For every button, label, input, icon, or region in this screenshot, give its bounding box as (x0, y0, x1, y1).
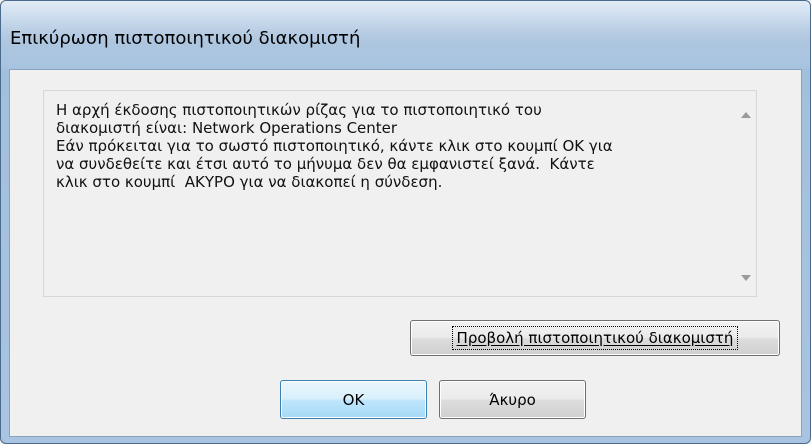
window-title: Επικύρωση πιστοποιητικού διακομιστή (10, 28, 361, 49)
certificate-validation-dialog: Επικύρωση πιστοποιητικού διακομιστή Η αρ… (0, 0, 811, 444)
view-certificate-label: Προβολή πιστοποιητικού διακομιστή (451, 326, 739, 350)
vertical-scrollbar[interactable] (736, 91, 756, 296)
title-bar[interactable]: Επικύρωση πιστοποιητικού διακομιστή (1, 1, 810, 69)
cancel-button[interactable]: Άκυρο (439, 380, 586, 419)
view-certificate-button[interactable]: Προβολή πιστοποιητικού διακομιστή (410, 320, 780, 356)
dialog-client-area: Η αρχή έκδοσης πιστοποιητικών ρίζας για … (9, 69, 802, 437)
message-text: Η αρχή έκδοσης πιστοποιητικών ρίζας για … (56, 101, 613, 191)
message-box: Η αρχή έκδοσης πιστοποιητικών ρίζας για … (43, 90, 757, 297)
scroll-down-arrow-icon[interactable] (736, 268, 756, 288)
scroll-up-arrow-icon[interactable] (736, 105, 756, 125)
ok-button[interactable]: OK (280, 380, 427, 419)
